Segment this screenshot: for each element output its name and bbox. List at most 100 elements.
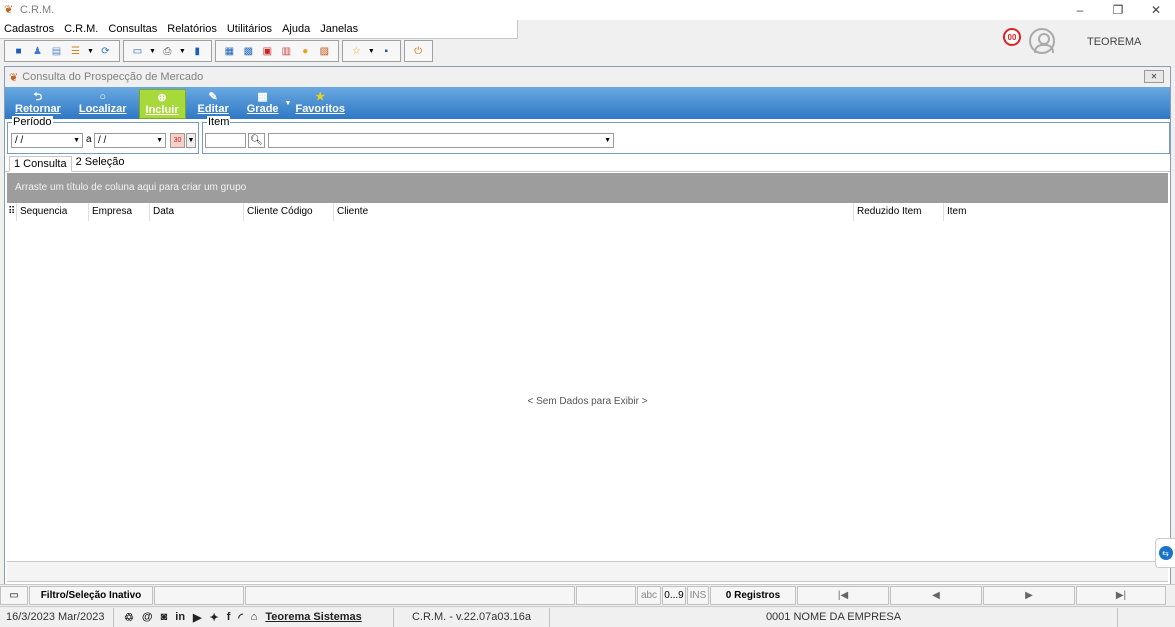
column-item[interactable]: Item	[944, 203, 1164, 221]
column-cliente[interactable]: Cliente	[334, 203, 854, 221]
power-icon[interactable]: ⏻	[412, 45, 425, 58]
column-data[interactable]: Data	[150, 203, 244, 221]
item-description-select[interactable]: ▼	[268, 133, 614, 148]
search-icon[interactable]: 🔍︎	[248, 133, 265, 148]
card-icon[interactable]: ▤	[50, 45, 63, 58]
column-chooser-icon[interactable]: ⠿	[7, 203, 17, 221]
edit-icon: ✎	[208, 91, 218, 103]
nav-prev-button[interactable]: ◀	[890, 585, 982, 605]
tab-strip: 1 Consulta 2 Seleção	[5, 155, 1170, 172]
column-reduzido-item[interactable]: Reduzido Item	[854, 203, 944, 221]
remote-support-widget[interactable]: ⇆	[1155, 538, 1175, 568]
graduation-cap-icon[interactable]: ⌂	[251, 611, 258, 623]
bell-icon[interactable]: 00	[995, 28, 1021, 54]
grade-button[interactable]: ▦ Grade	[241, 87, 285, 119]
twitter-icon[interactable]: ✦	[210, 611, 219, 624]
menu-janelas[interactable]: Janelas	[320, 23, 358, 35]
editar-button[interactable]: ✎ Editar	[192, 87, 235, 119]
title-bar: ❦ C.R.M. – ❐ ✕	[0, 0, 1175, 20]
menu-utilitarios[interactable]: Utilitários	[227, 23, 272, 35]
close-button[interactable]: ✕	[1137, 0, 1175, 20]
filter-area: Período / / ▼ a / / ▼ 30 ▼ Item 🔍︎ ▼	[5, 116, 1170, 155]
calendar-dropdown-icon[interactable]: ▼	[186, 133, 196, 148]
calendar-button[interactable]: 30	[170, 133, 185, 148]
app-logo-icon: ❦	[9, 71, 19, 84]
child-close-button[interactable]: ✕	[1144, 70, 1164, 83]
calculator-icon[interactable]: ▩	[242, 45, 255, 58]
action-ribbon: ⮌ Retornar ○ Localizar ⊕ Incluir ✎ Edita…	[5, 87, 1170, 119]
column-cliente-codigo[interactable]: Cliente Código	[244, 203, 334, 221]
consulta-window: ❦ Consulta do Prospecção de Mercado ✕ ⮌ …	[4, 66, 1171, 604]
folder-icon[interactable]: ■	[12, 45, 25, 58]
tab-selecao[interactable]: 2 Seleção	[72, 155, 129, 171]
dropdown-arrow-icon[interactable]: ▼	[156, 134, 163, 147]
grid-header: ⠿ Sequencia Empresa Data Cliente Código …	[7, 203, 1168, 221]
users-icon[interactable]: ♟	[31, 45, 44, 58]
dropdown-arrow-icon[interactable]: ▼	[604, 134, 611, 147]
list-icon[interactable]: ☰	[69, 45, 82, 58]
lock-icon[interactable]: ●	[299, 45, 312, 58]
dropdown-arrow-icon[interactable]: ▼	[149, 48, 156, 55]
restore-button[interactable]: ❐	[1099, 0, 1137, 20]
calendar-icon[interactable]: ▣	[261, 45, 274, 58]
grid-body[interactable]: < Sem Dados para Exibir >	[7, 221, 1168, 562]
feed-icon[interactable]: ◜	[238, 611, 242, 624]
email-icon[interactable]: @	[142, 611, 153, 623]
printer-icon[interactable]: ⎙	[161, 45, 174, 58]
dropdown-arrow-icon[interactable]: ▼	[87, 48, 94, 55]
column-sequencia[interactable]: Sequencia	[17, 203, 89, 221]
item-code-input[interactable]	[205, 133, 246, 148]
youtube-icon[interactable]: ▶	[193, 611, 201, 624]
nav-last-button[interactable]: ▶|	[1076, 585, 1166, 605]
user-area: 00 TEOREMA	[995, 24, 1175, 60]
user-avatar-icon[interactable]	[1029, 28, 1055, 54]
minimize-button[interactable]: –	[1061, 0, 1099, 20]
group-by-panel[interactable]: Arraste um título de coluna aqui para cr…	[7, 173, 1168, 203]
instagram-icon[interactable]: ◙	[161, 611, 168, 623]
favoritos-button[interactable]: ★ Favoritos	[289, 87, 351, 119]
footer-status-bar: 16/3/2023 Mar/2023 ♲ @ ◙ in ▶ ✦ f ◜ ⌂ Te…	[0, 606, 1175, 627]
empty-grid-message: < Sem Dados para Exibir >	[527, 396, 648, 407]
sync-icon[interactable]: ⟳	[99, 45, 112, 58]
dropdown-arrow-icon[interactable]: ▼	[73, 134, 80, 147]
window-icon[interactable]: ▭	[131, 45, 144, 58]
status-blank-3	[576, 585, 636, 605]
support-icon[interactable]: ♲	[124, 611, 134, 624]
periodo-label: Período	[12, 116, 53, 128]
date-to-input[interactable]: / / ▼	[94, 133, 166, 148]
periodo-group: Período / / ▼ a / / ▼ 30 ▼	[7, 116, 199, 154]
localizar-label: Localizar	[78, 103, 127, 115]
linkedin-icon[interactable]: in	[175, 611, 185, 623]
facebook-icon[interactable]: f	[227, 611, 231, 623]
dropdown-arrow-icon[interactable]: ▼	[179, 48, 186, 55]
search-doc-icon[interactable]: ▨	[318, 45, 331, 58]
star-icon[interactable]: ☆	[350, 45, 363, 58]
column-empresa[interactable]: Empresa	[89, 203, 150, 221]
favoritos-label: Favoritos	[295, 103, 345, 115]
keyboard-icon[interactable]: ▭	[0, 585, 28, 605]
phone-icon[interactable]: ▮	[191, 45, 204, 58]
menu-relatorios[interactable]: Relatórios	[167, 23, 217, 35]
teorema-link[interactable]: Teorema Sistemas	[265, 611, 361, 623]
tab-consulta[interactable]: 1 Consulta	[9, 156, 72, 172]
nav-first-button[interactable]: |◀	[797, 585, 889, 605]
exit-door-icon[interactable]: ▪	[380, 45, 393, 58]
date-from-value: / /	[15, 135, 24, 146]
star-icon: ★	[315, 91, 326, 103]
horizontal-scrollbar[interactable]	[7, 562, 1168, 582]
date-from-input[interactable]: / / ▼	[11, 133, 83, 148]
menu-cadastros[interactable]: Cadastros	[4, 23, 54, 35]
search-icon: ○	[99, 91, 107, 103]
report-icon[interactable]: ▦	[223, 45, 236, 58]
retornar-button[interactable]: ⮌ Retornar	[9, 87, 67, 119]
menu-crm[interactable]: C.R.M.	[64, 23, 98, 35]
filter-state: Filtro/Seleção Inativo	[29, 585, 153, 605]
calendar-alt-icon[interactable]: ▥	[280, 45, 293, 58]
localizar-button[interactable]: ○ Localizar	[73, 87, 133, 119]
menu-consultas[interactable]: Consultas	[108, 23, 157, 35]
menu-ajuda[interactable]: Ajuda	[282, 23, 310, 35]
incluir-button[interactable]: ⊕ Incluir	[138, 89, 186, 119]
item-group: Item 🔍︎ ▼	[202, 116, 1170, 154]
dropdown-arrow-icon[interactable]: ▼	[368, 48, 375, 55]
nav-next-button[interactable]: ▶	[983, 585, 1075, 605]
